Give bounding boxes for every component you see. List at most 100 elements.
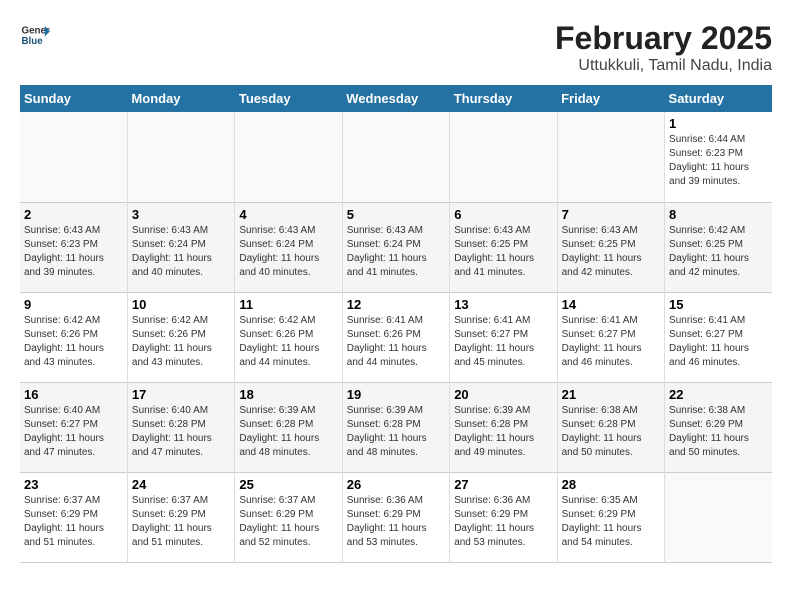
day-number: 15 (669, 297, 768, 312)
day-cell: 6 Sunrise: 6:43 AM Sunset: 6:25 PM Daylig… (450, 202, 557, 292)
day-number: 28 (562, 477, 660, 492)
day-info: Sunrise: 6:41 AM Sunset: 6:27 PM Dayligh… (454, 314, 552, 370)
day-number: 21 (562, 387, 660, 402)
day-info: Sunrise: 6:40 AM Sunset: 6:28 PM Dayligh… (132, 404, 230, 460)
day-number: 6 (454, 207, 552, 222)
day-info: Sunrise: 6:40 AM Sunset: 6:27 PM Dayligh… (24, 404, 123, 460)
header-row: SundayMondayTuesdayWednesdayThursdayFrid… (20, 85, 772, 112)
day-info: Sunrise: 6:43 AM Sunset: 6:24 PM Dayligh… (132, 224, 230, 280)
day-info: Sunrise: 6:35 AM Sunset: 6:29 PM Dayligh… (562, 494, 660, 550)
day-info: Sunrise: 6:43 AM Sunset: 6:25 PM Dayligh… (562, 224, 660, 280)
day-cell: 4Sunrise: 6:43 AM Sunset: 6:24 PM Daylig… (235, 202, 342, 292)
day-cell: 26 Sunrise: 6:36 AM Sunset: 6:29 PM Dayli… (342, 472, 449, 562)
day-number: 18 (239, 387, 337, 402)
day-number: 22 (669, 387, 768, 402)
day-number: 2 (24, 207, 123, 222)
column-header-wednesday: Wednesday (342, 85, 449, 112)
day-number: 20 (454, 387, 552, 402)
day-cell: 5 Sunrise: 6:43 AM Sunset: 6:24 PM Daylig… (342, 202, 449, 292)
column-header-monday: Monday (127, 85, 234, 112)
day-number: 1 (669, 116, 768, 131)
day-number: 25 (239, 477, 337, 492)
column-header-saturday: Saturday (665, 85, 772, 112)
header: General Blue February 2025 Uttukkuli, Ta… (20, 20, 772, 75)
day-number: 9 (24, 297, 123, 312)
day-info: Sunrise: 6:44 AM Sunset: 6:23 PM Dayligh… (669, 133, 768, 189)
day-cell: 25 Sunrise: 6:37 AM Sunset: 6:29 PM Dayli… (235, 472, 342, 562)
week-row-2: 2 Sunrise: 6:43 AM Sunset: 6:23 PM Daylig… (20, 202, 772, 292)
day-cell (557, 112, 664, 202)
day-cell: 27 Sunrise: 6:36 AM Sunset: 6:29 PM Dayli… (450, 472, 557, 562)
day-number: 8 (669, 207, 768, 222)
day-cell (235, 112, 342, 202)
week-row-3: 9 Sunrise: 6:42 AM Sunset: 6:26 PM Daylig… (20, 292, 772, 382)
day-number: 12 (347, 297, 445, 312)
day-info: Sunrise: 6:42 AM Sunset: 6:26 PM Dayligh… (24, 314, 123, 370)
day-info: Sunrise: 6:42 AM Sunset: 6:26 PM Dayligh… (239, 314, 337, 370)
day-cell: 11 Sunrise: 6:42 AM Sunset: 6:26 PM Dayli… (235, 292, 342, 382)
calendar-table: SundayMondayTuesdayWednesdayThursdayFrid… (20, 85, 772, 563)
day-info: Sunrise: 6:41 AM Sunset: 6:27 PM Dayligh… (669, 314, 768, 370)
day-info: Sunrise: 6:37 AM Sunset: 6:29 PM Dayligh… (132, 494, 230, 550)
day-info: Sunrise: 6:42 AM Sunset: 6:26 PM Dayligh… (132, 314, 230, 370)
day-cell: 15 Sunrise: 6:41 AM Sunset: 6:27 PM Dayli… (665, 292, 772, 382)
day-number: 16 (24, 387, 123, 402)
day-number: 4 (239, 207, 337, 222)
day-cell: 23 Sunrise: 6:37 AM Sunset: 6:29 PM Dayli… (20, 472, 127, 562)
column-header-sunday: Sunday (20, 85, 127, 112)
column-header-thursday: Thursday (450, 85, 557, 112)
day-number: 17 (132, 387, 230, 402)
day-number: 23 (24, 477, 123, 492)
day-info: Sunrise: 6:43 AM Sunset: 6:24 PM Dayligh… (347, 224, 445, 280)
day-cell: 14 Sunrise: 6:41 AM Sunset: 6:27 PM Dayli… (557, 292, 664, 382)
day-number: 3 (132, 207, 230, 222)
day-cell: 18Sunrise: 6:39 AM Sunset: 6:28 PM Dayli… (235, 382, 342, 472)
day-number: 7 (562, 207, 660, 222)
day-cell (20, 112, 127, 202)
day-info: Sunrise: 6:36 AM Sunset: 6:29 PM Dayligh… (347, 494, 445, 550)
main-title: February 2025 (555, 20, 772, 57)
day-cell: 3 Sunrise: 6:43 AM Sunset: 6:24 PM Daylig… (127, 202, 234, 292)
logo: General Blue (20, 20, 50, 50)
day-cell: 12Sunrise: 6:41 AM Sunset: 6:26 PM Dayli… (342, 292, 449, 382)
day-cell (450, 112, 557, 202)
day-number: 10 (132, 297, 230, 312)
day-cell: 19 Sunrise: 6:39 AM Sunset: 6:28 PM Dayli… (342, 382, 449, 472)
day-cell: 7 Sunrise: 6:43 AM Sunset: 6:25 PM Daylig… (557, 202, 664, 292)
subtitle: Uttukkuli, Tamil Nadu, India (555, 57, 772, 75)
day-cell: 17 Sunrise: 6:40 AM Sunset: 6:28 PM Dayli… (127, 382, 234, 472)
day-number: 5 (347, 207, 445, 222)
week-row-5: 23 Sunrise: 6:37 AM Sunset: 6:29 PM Dayli… (20, 472, 772, 562)
day-cell: 21 Sunrise: 6:38 AM Sunset: 6:28 PM Dayli… (557, 382, 664, 472)
day-info: Sunrise: 6:43 AM Sunset: 6:25 PM Dayligh… (454, 224, 552, 280)
day-number: 26 (347, 477, 445, 492)
day-info: Sunrise: 6:39 AM Sunset: 6:28 PM Dayligh… (454, 404, 552, 460)
day-cell: 16 Sunrise: 6:40 AM Sunset: 6:27 PM Dayli… (20, 382, 127, 472)
day-info: Sunrise: 6:36 AM Sunset: 6:29 PM Dayligh… (454, 494, 552, 550)
day-info: Sunrise: 6:43 AM Sunset: 6:23 PM Dayligh… (24, 224, 123, 280)
day-cell (665, 472, 772, 562)
week-row-1: 1 Sunrise: 6:44 AM Sunset: 6:23 PM Daylig… (20, 112, 772, 202)
day-info: Sunrise: 6:41 AM Sunset: 6:27 PM Dayligh… (562, 314, 660, 370)
day-number: 13 (454, 297, 552, 312)
day-info: Sunrise: 6:37 AM Sunset: 6:29 PM Dayligh… (239, 494, 337, 550)
day-cell: 24 Sunrise: 6:37 AM Sunset: 6:29 PM Dayli… (127, 472, 234, 562)
day-number: 11 (239, 297, 337, 312)
day-cell: 1 Sunrise: 6:44 AM Sunset: 6:23 PM Daylig… (665, 112, 772, 202)
day-number: 24 (132, 477, 230, 492)
day-info: Sunrise: 6:39 AM Sunset: 6:28 PM Dayligh… (347, 404, 445, 460)
column-header-friday: Friday (557, 85, 664, 112)
day-info: Sunrise: 6:38 AM Sunset: 6:29 PM Dayligh… (669, 404, 768, 460)
day-cell: 10 Sunrise: 6:42 AM Sunset: 6:26 PM Dayli… (127, 292, 234, 382)
day-info: Sunrise: 6:38 AM Sunset: 6:28 PM Dayligh… (562, 404, 660, 460)
day-number: 27 (454, 477, 552, 492)
day-cell: 9 Sunrise: 6:42 AM Sunset: 6:26 PM Daylig… (20, 292, 127, 382)
day-number: 19 (347, 387, 445, 402)
week-row-4: 16 Sunrise: 6:40 AM Sunset: 6:27 PM Dayli… (20, 382, 772, 472)
day-cell (342, 112, 449, 202)
day-info: Sunrise: 6:37 AM Sunset: 6:29 PM Dayligh… (24, 494, 123, 550)
day-number: 14 (562, 297, 660, 312)
day-info: Sunrise: 6:42 AM Sunset: 6:25 PM Dayligh… (669, 224, 768, 280)
day-cell: 2 Sunrise: 6:43 AM Sunset: 6:23 PM Daylig… (20, 202, 127, 292)
day-cell: 20 Sunrise: 6:39 AM Sunset: 6:28 PM Dayli… (450, 382, 557, 472)
